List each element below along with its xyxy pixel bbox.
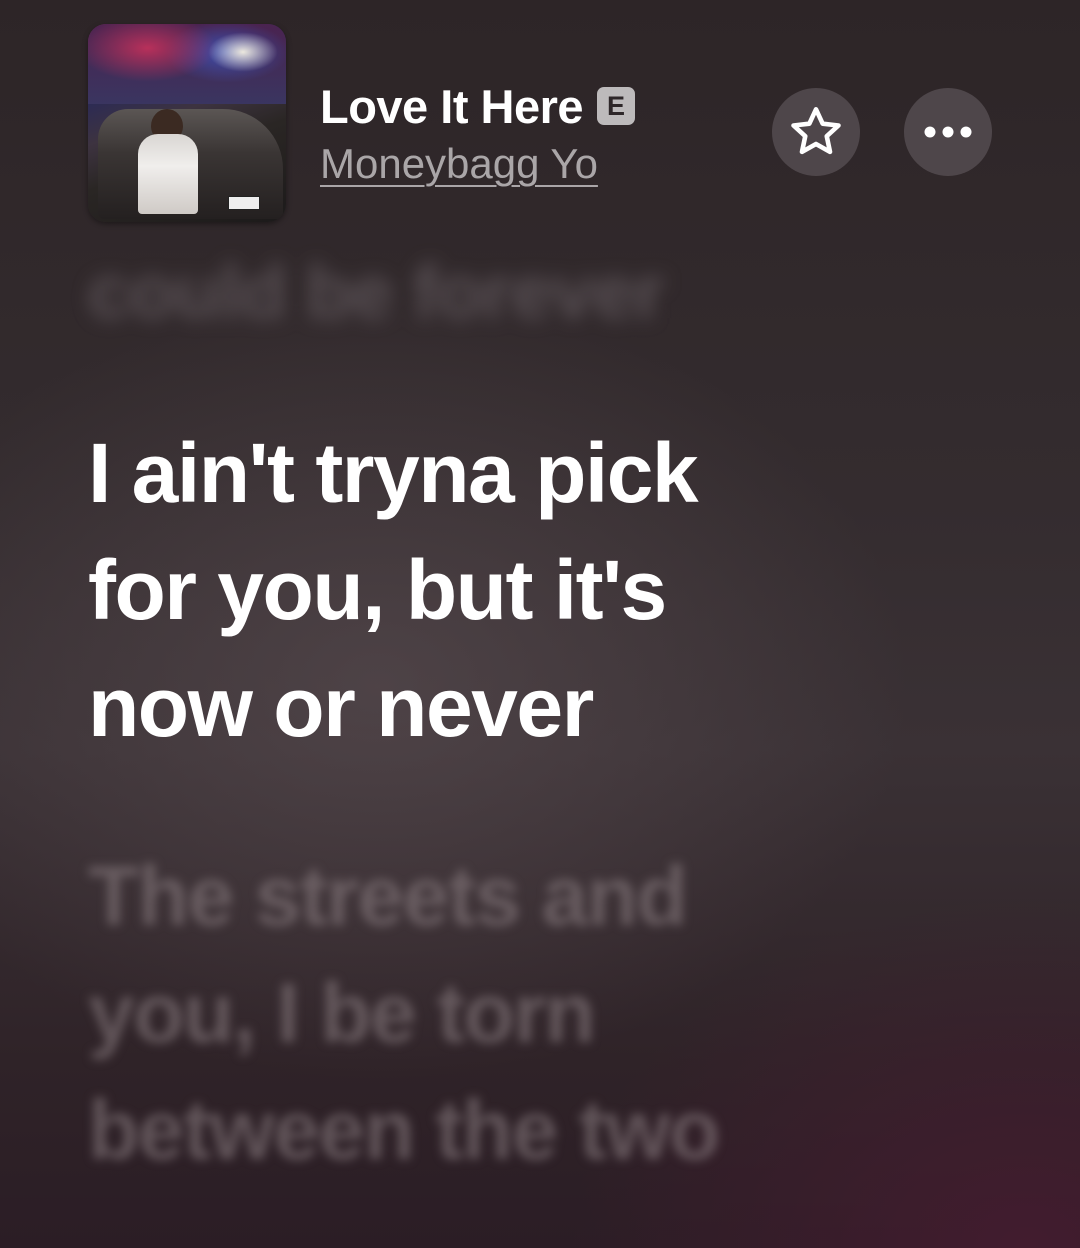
album-artwork[interactable] <box>88 24 286 222</box>
lyric-line: could be forever <box>88 250 664 335</box>
artwork-advisory-label <box>228 196 260 210</box>
explicit-badge: E <box>597 87 636 125</box>
favorite-button[interactable] <box>772 88 860 176</box>
lyric-line: between the two <box>88 1083 720 1177</box>
artwork-figure <box>138 134 198 214</box>
star-icon <box>791 106 841 155</box>
artwork-light <box>208 32 278 72</box>
lyric-previous-line[interactable]: could be forever <box>88 238 988 348</box>
song-title: Love It Here <box>320 79 584 133</box>
artist-link[interactable]: Moneybagg Yo <box>320 140 598 188</box>
lyric-line: for you, but it's <box>88 543 667 637</box>
more-options-button[interactable] <box>904 88 992 176</box>
ellipsis-icon <box>924 126 972 138</box>
now-playing-header: Love It Here E Moneybagg Yo <box>0 0 1080 240</box>
lyric-line: I ain't tryna pick <box>88 426 699 520</box>
lyric-line: The streets and <box>88 849 688 943</box>
lyric-line: you, I be torn <box>88 966 596 1060</box>
song-title-row: Love It Here E <box>320 78 636 134</box>
lyric-current-line[interactable]: I ain't tryna pick for you, but it's now… <box>88 415 988 766</box>
lyric-line: now or never <box>88 660 594 754</box>
lyric-next-line[interactable]: The streets and you, I be torn between t… <box>88 838 988 1189</box>
